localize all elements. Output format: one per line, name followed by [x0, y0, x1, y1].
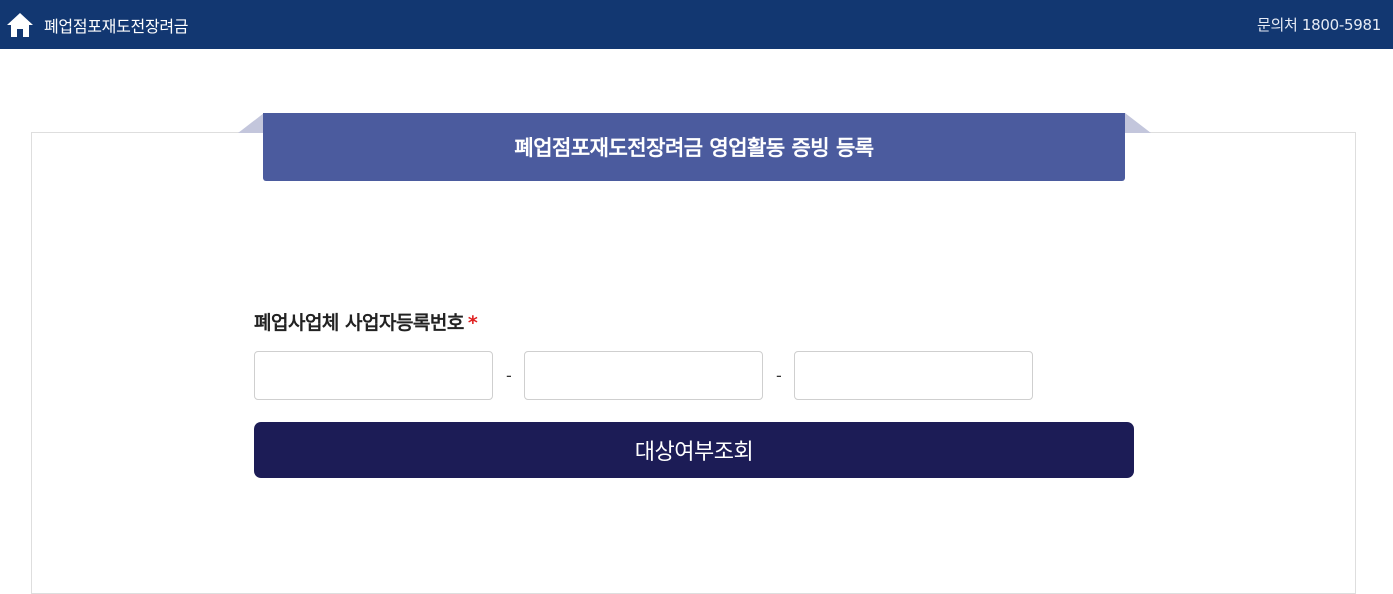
ribbon-fold-left: [238, 113, 264, 133]
check-eligibility-button[interactable]: 대상여부조회: [254, 422, 1134, 478]
home-link[interactable]: 폐업점포재도전장려금: [6, 10, 189, 40]
top-navigation-bar: 폐업점포재도전장려금 문의처 1800-5981: [0, 0, 1393, 49]
contact-phone: 문의처 1800-5981: [1256, 16, 1381, 34]
page-title-ribbon: 폐업점포재도전장려금 영업활동 증빙 등록: [263, 113, 1125, 181]
business-number-part2-input[interactable]: [524, 351, 763, 400]
separator-dash-2: -: [776, 366, 782, 385]
business-number-part3-input[interactable]: [794, 351, 1033, 400]
business-number-part1-input[interactable]: [254, 351, 493, 400]
ribbon-fold-right: [1125, 113, 1151, 133]
required-mark: *: [467, 312, 478, 334]
page-title: 폐업점포재도전장려금 영업활동 증빙 등록: [514, 136, 874, 160]
separator-dash-1: -: [506, 366, 512, 385]
business-number-label-text: 폐업사업체 사업자등록번호: [254, 312, 464, 334]
site-title[interactable]: 폐업점포재도전장려금: [44, 13, 189, 37]
home-icon[interactable]: [6, 12, 34, 38]
business-number-label: 폐업사업체 사업자등록번호 *: [254, 308, 478, 335]
